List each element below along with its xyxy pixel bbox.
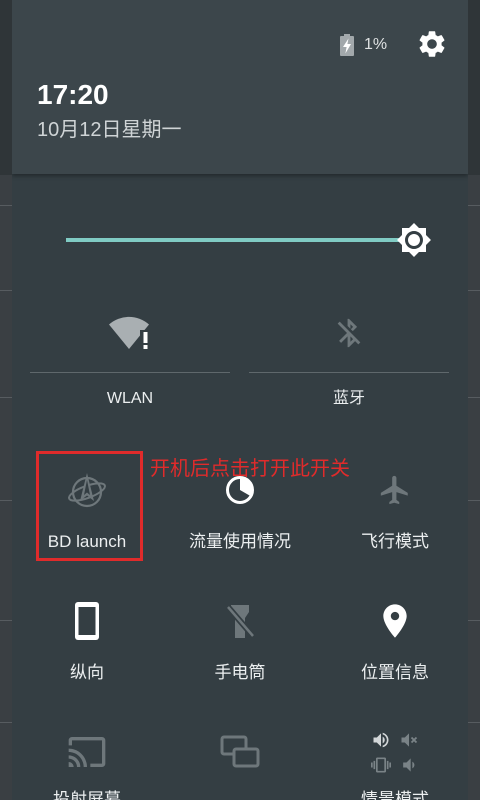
tile-label: 情景模式 <box>361 790 429 800</box>
brightness-slider[interactable] <box>66 222 431 258</box>
tile-divider <box>30 372 230 373</box>
brightness-high-icon[interactable] <box>396 222 432 258</box>
background-divider <box>0 397 12 398</box>
dimmed-status-area <box>0 0 12 175</box>
tile-sound-profile[interactable]: 情景模式 <box>325 717 465 800</box>
overlapping-windows-icon <box>220 735 260 768</box>
background-divider <box>468 620 480 621</box>
vibrate-icon <box>371 757 391 773</box>
tile-label: WLAN <box>106 390 154 407</box>
background-divider <box>0 722 12 723</box>
sound-profile-icon <box>370 729 420 775</box>
cast-icon <box>68 737 106 767</box>
background-divider <box>0 205 12 206</box>
wifi-no-internet-icon <box>109 316 152 351</box>
dimmed-background-right <box>468 0 480 800</box>
annotation-highlight-box <box>36 451 143 561</box>
volume-mute-icon <box>401 733 418 747</box>
background-divider <box>468 397 480 398</box>
tile-label: 蓝牙 <box>332 390 365 407</box>
background-divider <box>468 290 480 291</box>
tile-icon-container <box>249 313 449 353</box>
tile-label: 流量使用情况 <box>189 532 291 551</box>
tile-label: 投射屏幕 <box>53 790 121 800</box>
brightness-track[interactable] <box>66 238 414 242</box>
volume-down-icon <box>403 758 415 772</box>
background-divider <box>0 620 12 621</box>
portrait-phone-icon <box>75 602 99 640</box>
tile-label: 纵向 <box>70 663 104 682</box>
airplane-icon <box>380 475 408 505</box>
tile-icon-container <box>30 313 230 353</box>
annotation-text: 开机后点击打开此开关 <box>150 458 350 480</box>
background-divider <box>0 500 12 501</box>
background-divider <box>0 290 12 291</box>
tile-icon-container <box>17 732 157 772</box>
quick-settings-header: 1% 17:20 10月12日星期一 <box>12 0 468 174</box>
tile-cast-screen[interactable]: 投射屏幕 <box>17 717 157 800</box>
tile-icon-container <box>325 729 465 775</box>
battery-level: 1% <box>364 36 388 53</box>
tile-location[interactable]: 位置信息 <box>325 586 465 691</box>
brightness-track-fill <box>66 238 414 242</box>
background-divider <box>468 722 480 723</box>
tile-icon-container <box>170 601 310 641</box>
quick-settings-panel: 1% 17:20 10月12日星期一 WLAN 蓝牙 BD launch 流量使… <box>12 0 468 800</box>
tile-portrait[interactable]: 纵向 <box>17 586 157 691</box>
screen: 1% 17:20 10月12日星期一 WLAN 蓝牙 BD launch 流量使… <box>0 0 480 800</box>
tile-divider <box>249 372 449 373</box>
dimmed-background-left <box>0 0 12 800</box>
volume-up-icon <box>373 732 389 748</box>
tile-icon-container <box>325 601 465 641</box>
tile-flashlight[interactable]: 手电筒 <box>170 586 310 691</box>
tile-label: 飞行模式 <box>361 532 429 551</box>
date-text: 10月12日星期一 <box>37 119 182 141</box>
tile-wlan[interactable]: WLAN <box>30 300 230 416</box>
bluetooth-disabled-icon <box>337 318 361 348</box>
tile-label: 手电筒 <box>214 663 266 682</box>
tile-icon-container <box>17 601 157 641</box>
tile-label: 位置信息 <box>361 663 429 682</box>
tile-bluetooth[interactable]: 蓝牙 <box>249 300 449 416</box>
battery-charging-icon <box>340 34 354 56</box>
location-pin-icon <box>383 604 407 638</box>
settings-gear-icon[interactable] <box>416 28 448 60</box>
tile-overlapping-windows[interactable] <box>170 717 310 800</box>
background-divider <box>468 205 480 206</box>
dimmed-status-area <box>468 0 480 175</box>
flashlight-off-icon <box>225 605 256 638</box>
clock-time: 17:20 <box>37 79 109 110</box>
tile-icon-container <box>170 732 310 772</box>
background-divider <box>468 500 480 501</box>
